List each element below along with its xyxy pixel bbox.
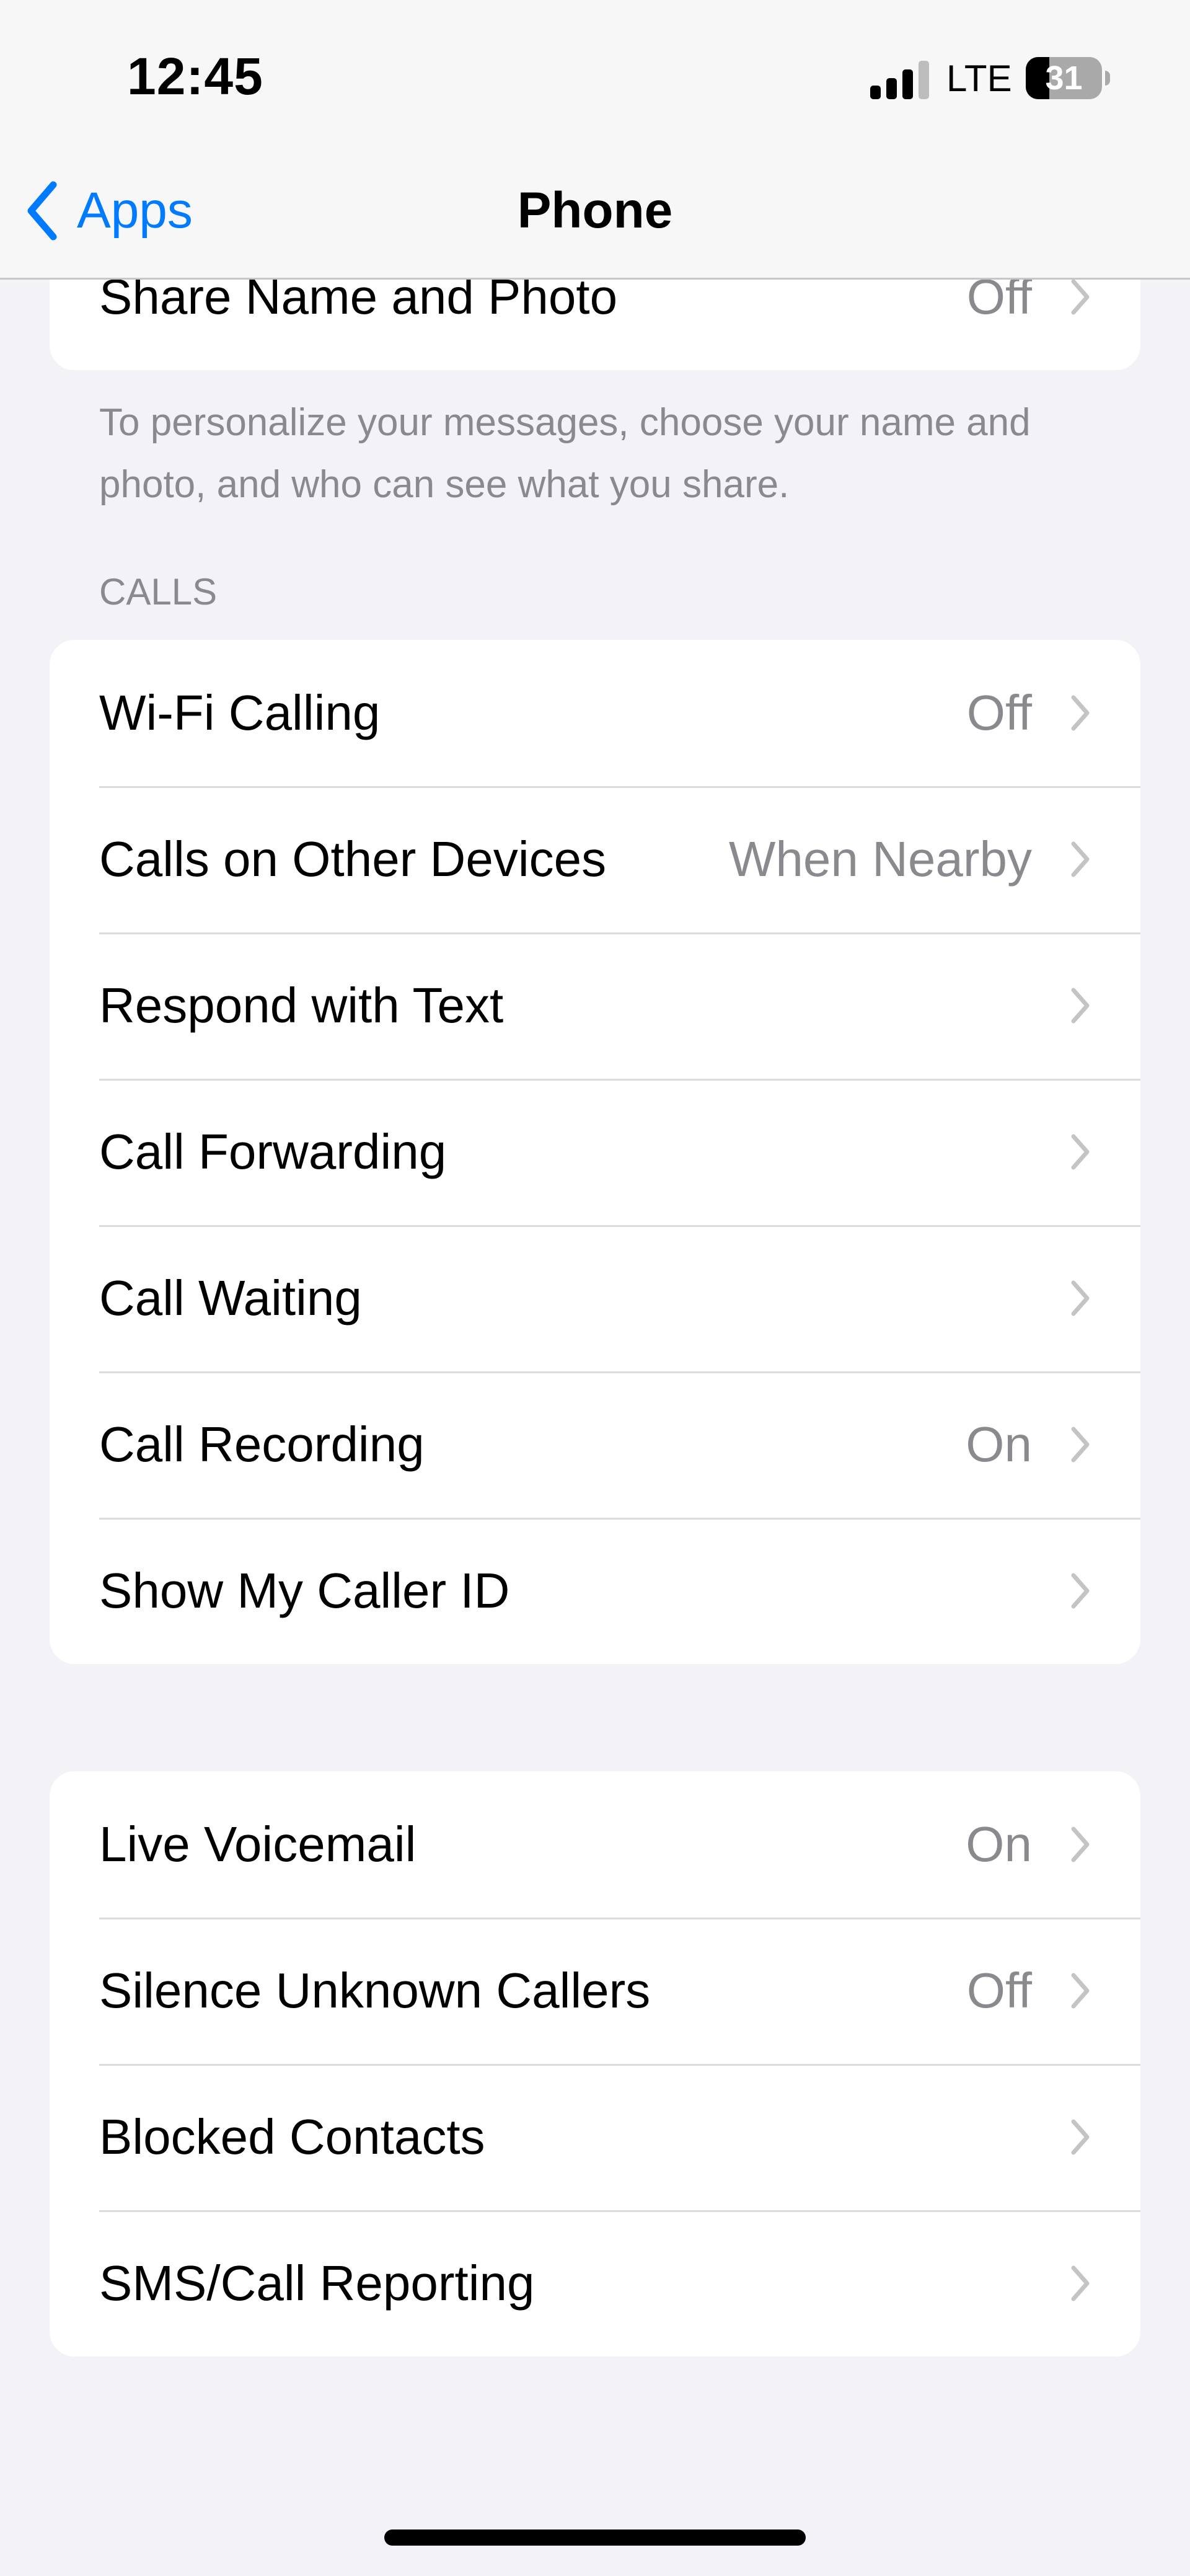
chevron-right-icon: [1071, 1134, 1090, 1170]
row-show-my-caller-id[interactable]: Show My Caller ID: [50, 1518, 1140, 1664]
battery-tip: [1105, 71, 1110, 86]
row-sms-call-reporting[interactable]: SMS/Call Reporting: [50, 2210, 1140, 2357]
row-value: When Nearby: [728, 831, 1032, 887]
calls-settings-group: Wi-Fi Calling Off Calls on Other Devices…: [50, 640, 1140, 1664]
row-title: Call Recording: [99, 1417, 425, 1472]
row-call-waiting[interactable]: Call Waiting: [50, 1225, 1140, 1371]
row-value: Off: [966, 685, 1032, 740]
row-wifi-calling[interactable]: Wi-Fi Calling Off: [50, 640, 1140, 786]
row-title: Live Voicemail: [99, 1817, 416, 1872]
navigation-bar: Apps Phone: [0, 155, 1190, 280]
chevron-right-icon: [1071, 988, 1090, 1024]
row-title: SMS/Call Reporting: [99, 2255, 535, 2311]
row-respond-with-text[interactable]: Respond with Text: [50, 932, 1140, 1079]
battery-icon: 31: [1026, 57, 1102, 99]
row-title: Call Waiting: [99, 1270, 362, 1326]
row-title: Calls on Other Devices: [99, 831, 607, 887]
row-value: Off: [966, 1963, 1032, 2018]
section-header-calls: CALLS: [99, 571, 218, 613]
row-value: On: [966, 1417, 1032, 1472]
chevron-right-icon: [1071, 1826, 1090, 1862]
chevron-right-icon: [1071, 1973, 1090, 2009]
row-call-recording[interactable]: Call Recording On: [50, 1371, 1140, 1518]
chevron-right-icon: [1071, 279, 1090, 315]
row-call-forwarding[interactable]: Call Forwarding: [50, 1079, 1140, 1225]
status-bar: 12:45 LTE 31: [0, 0, 1190, 155]
signal-bar: [919, 61, 929, 99]
row-live-voicemail[interactable]: Live Voicemail On: [50, 1771, 1140, 1918]
chevron-right-icon: [1071, 2119, 1090, 2155]
chevron-right-icon: [1071, 1427, 1090, 1463]
row-title: Respond with Text: [99, 978, 504, 1033]
status-time: 12:45: [127, 47, 263, 105]
network-type: LTE: [946, 58, 1012, 99]
chevron-right-icon: [1071, 2265, 1090, 2301]
row-title: Show My Caller ID: [99, 1563, 510, 1618]
home-indicator[interactable]: [384, 2530, 806, 2546]
voicemail-settings-group: Live Voicemail On Silence Unknown Caller…: [50, 1771, 1140, 2357]
row-title: Call Forwarding: [99, 1124, 447, 1179]
signal-bar: [870, 86, 881, 99]
row-title: Wi-Fi Calling: [99, 685, 381, 740]
signal-bar: [886, 78, 897, 99]
chevron-right-icon: [1071, 1573, 1090, 1609]
row-title: Silence Unknown Callers: [99, 1963, 651, 2018]
row-silence-unknown-callers[interactable]: Silence Unknown Callers Off: [50, 1918, 1140, 2064]
row-calls-on-other-devices[interactable]: Calls on Other Devices When Nearby: [50, 786, 1140, 932]
chevron-right-icon: [1071, 841, 1090, 877]
cellular-signal-icon: [870, 60, 932, 99]
signal-bar: [902, 69, 913, 99]
battery-percent: 31: [1045, 60, 1083, 97]
page-title: Phone: [517, 182, 673, 239]
chevron-right-icon: [1071, 695, 1090, 731]
row-title: Blocked Contacts: [99, 2109, 485, 2164]
share-footer-note: To personalize your messages, choose you…: [99, 401, 1031, 506]
chevron-right-icon: [1071, 1280, 1090, 1316]
row-value: On: [966, 1817, 1032, 1872]
row-blocked-contacts[interactable]: Blocked Contacts: [50, 2064, 1140, 2210]
